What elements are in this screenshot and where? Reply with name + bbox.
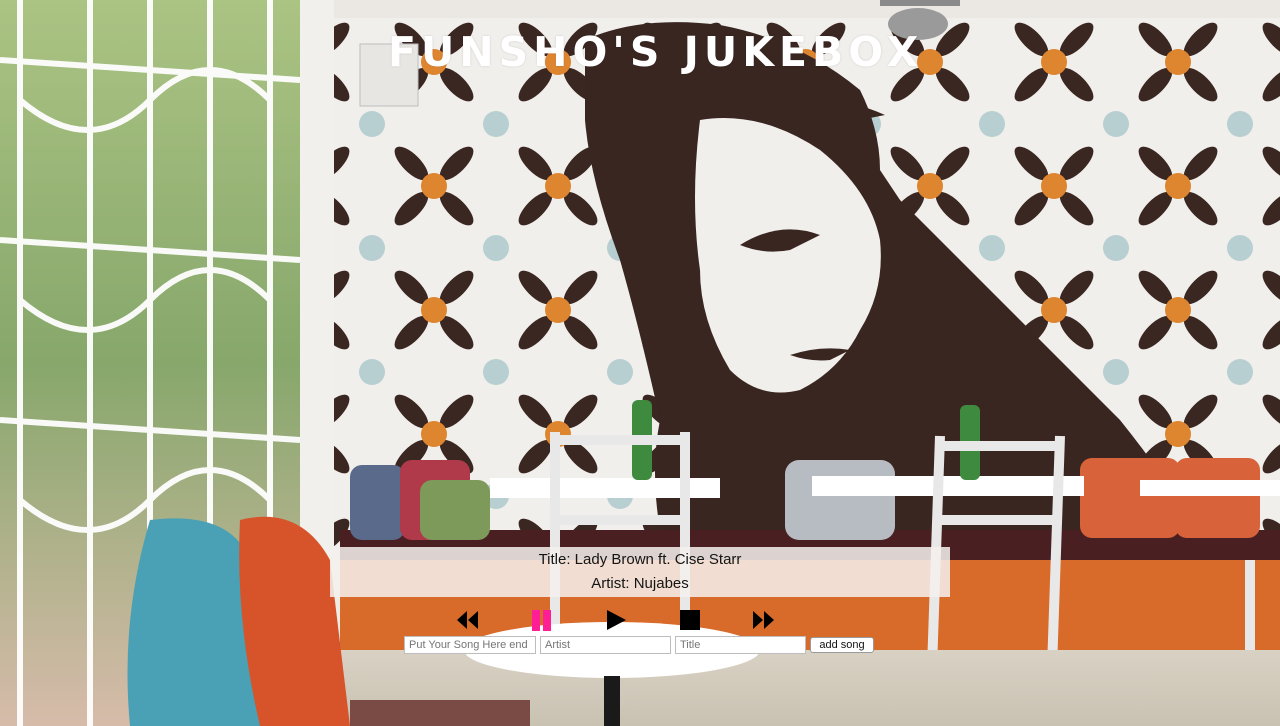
fast-forward-icon [753, 611, 774, 629]
play-icon [607, 610, 626, 630]
player-controls [455, 609, 785, 633]
artist-input[interactable] [540, 636, 671, 654]
song-url-input[interactable] [404, 636, 536, 654]
rewind-button[interactable] [455, 609, 479, 631]
add-song-button[interactable]: add song [810, 637, 874, 653]
app-title: FUNSHO'S JUKEBOX [388, 28, 924, 76]
pause-button[interactable] [530, 609, 554, 631]
now-playing-panel: Title: Lady Brown ft. Cise Starr Artist:… [330, 547, 950, 597]
add-song-form: add song [404, 636, 876, 654]
fast-forward-button[interactable] [752, 609, 776, 631]
now-playing-title: Title: Lady Brown ft. Cise Starr [538, 551, 742, 568]
rewind-icon [457, 611, 478, 629]
now-playing-artist: Artist: Nujabes [591, 575, 689, 592]
pause-icon [532, 610, 551, 631]
stop-icon [680, 610, 700, 630]
title-input[interactable] [675, 636, 806, 654]
stop-button[interactable] [678, 609, 702, 631]
play-button[interactable] [605, 609, 629, 631]
